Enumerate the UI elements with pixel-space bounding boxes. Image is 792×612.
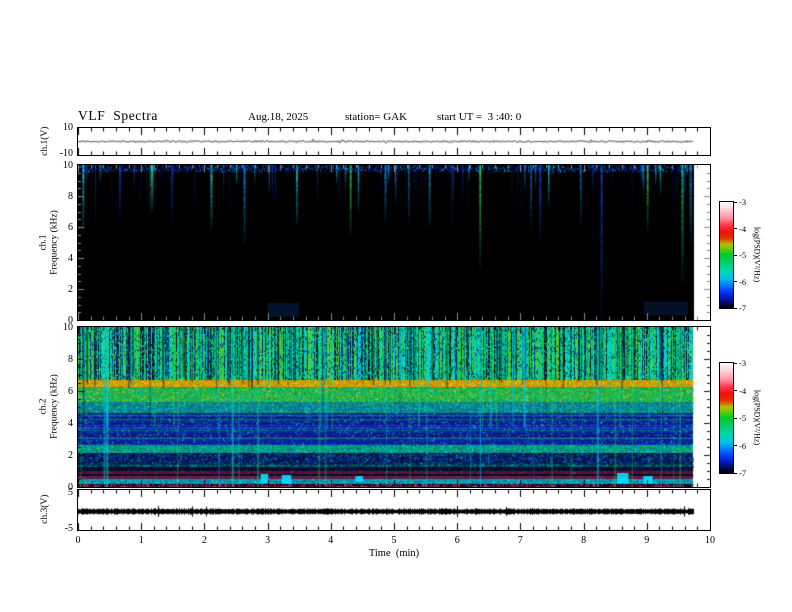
- ch2-spectrogram-axis-label-line1: ch.2: [38, 398, 49, 415]
- colorbar-tick-label: -4: [739, 385, 747, 396]
- ch1-voltage-waveform: [78, 128, 710, 155]
- ch1-freq-tick-label: 4: [68, 252, 73, 264]
- ch1-freq-tick-label: 8: [68, 190, 73, 202]
- colorbar-tick-label: -7: [739, 303, 747, 313]
- colorbar-ch1: [719, 201, 734, 309]
- colorbar-tick-mark: [733, 472, 737, 474]
- time-tick-label: 1: [138, 535, 144, 546]
- time-tick-label: 6: [454, 535, 460, 546]
- colorbar-tick-label: -7: [739, 468, 747, 478]
- colorbar-ch2-label: log(PSD)(V²/Hz): [752, 389, 762, 446]
- colorbar-tick-label: -5: [739, 413, 747, 423]
- ch2-spectrogram: [78, 327, 710, 487]
- colorbar-tick-mark: [733, 228, 737, 229]
- ch3-voltage-tick-label: -5: [64, 522, 73, 534]
- colorbar-ch2-gradient: [720, 363, 733, 473]
- time-tick-label: 3: [265, 535, 271, 546]
- time-tick-label: 5: [391, 535, 397, 546]
- time-tick-label: 2: [201, 535, 207, 546]
- colorbar-tick-label: -4: [739, 223, 747, 234]
- colorbar-tick-mark: [733, 445, 737, 446]
- ch3-voltage-waveform: [78, 490, 710, 530]
- ch1-freq-tick-label: 6: [68, 221, 73, 233]
- ch1-spectrogram-axis-label-line1: ch.1: [38, 234, 49, 251]
- ch1-voltage-tick-label: -10: [59, 148, 73, 159]
- time-tick-label: 10: [705, 535, 715, 546]
- colorbar-tick-mark: [733, 281, 737, 282]
- ch3-voltage-tick-label: 5: [68, 486, 73, 498]
- ch2-spectrogram-panel: [77, 326, 711, 488]
- figure-title: VLF Spectra: [78, 108, 158, 123]
- colorbar-tick-label: -3: [739, 358, 747, 368]
- colorbar-ch1-gradient: [720, 202, 733, 308]
- header-station: station= GAK: [345, 111, 408, 123]
- colorbar-tick-label: -6: [739, 276, 747, 287]
- ch1-spectrogram: [78, 165, 710, 320]
- header-start-ut: start UT = 3 :40: 0: [437, 111, 522, 123]
- ch2-freq-tick-label: 6: [68, 385, 73, 397]
- time-tick-label: 0: [75, 535, 81, 546]
- ch2-freq-tick-label: 8: [68, 353, 73, 365]
- ch2-freq-tick-label: 4: [68, 417, 73, 429]
- colorbar-tick-mark: [733, 390, 737, 391]
- colorbar-tick-label: -5: [739, 250, 747, 260]
- colorbar-ch1-label: log(PSD)(V²/Hz): [752, 226, 762, 283]
- colorbar-ch2: [719, 362, 734, 474]
- time-tick-label: 9: [644, 535, 650, 546]
- ch2-freq-tick-label: 2: [68, 449, 73, 461]
- colorbar-tick-label: -6: [739, 440, 747, 451]
- colorbar-tick-mark: [733, 254, 737, 256]
- colorbar-tick-mark: [733, 307, 737, 309]
- ch1-spectrogram-axis-label: ch.1 Frequency (kHz): [39, 163, 60, 323]
- ch1-voltage-tick-label: 10: [63, 122, 73, 133]
- ch2-spectrogram-axis-label-line2: Frequency (kHz): [49, 374, 59, 439]
- time-tick-label: 4: [328, 535, 334, 546]
- header-date: Aug.18, 2025: [248, 111, 309, 123]
- time-tick-label: 7: [517, 535, 523, 546]
- vlf-spectra-figure: VLF Spectra Aug.18, 2025 station= GAK st…: [0, 0, 792, 612]
- ch1-voltage-panel: [77, 127, 711, 156]
- colorbar-tick-mark: [733, 417, 737, 419]
- colorbar-tick-mark: [733, 201, 737, 203]
- ch1-freq-tick-label: 2: [68, 283, 73, 295]
- ch1-spectrogram-axis-label-line2: Frequency (kHz): [49, 210, 59, 275]
- colorbar-tick-mark: [733, 362, 737, 364]
- time-axis-label: Time (min): [368, 548, 420, 559]
- ch1-freq-tick-label: 10: [63, 159, 73, 171]
- ch3-voltage-panel: [77, 489, 711, 531]
- ch2-spectrogram-axis-label: ch.2 Frequency (kHz): [39, 327, 60, 487]
- ch1-spectrogram-panel: [77, 164, 711, 321]
- time-tick-label: 8: [581, 535, 587, 546]
- colorbar-tick-label: -3: [739, 197, 747, 207]
- ch2-freq-tick-label: 10: [63, 321, 73, 333]
